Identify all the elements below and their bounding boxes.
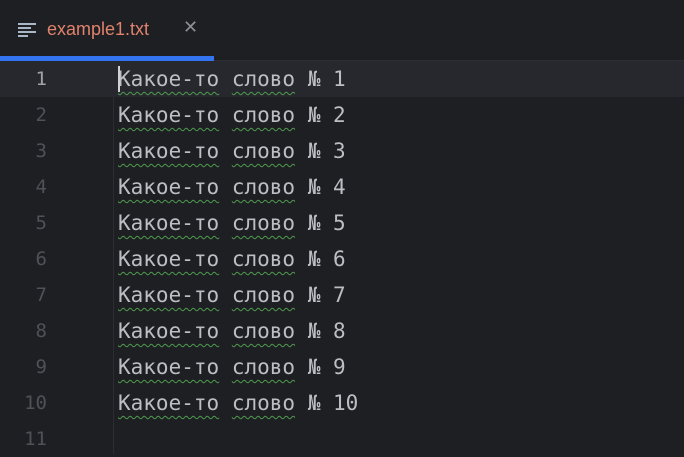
editor-line[interactable]: 4 Какое-то слово № 4 <box>0 169 684 205</box>
text-file-icon <box>18 23 36 37</box>
editor-area[interactable]: 1 Какое-то слово № 1 2 Какое-то слово № 2 3 К… <box>0 61 684 454</box>
editor-line[interactable]: 1 Какое-то слово № 1 <box>0 61 684 97</box>
line-text[interactable]: Какое-то слово № 1 <box>118 61 346 97</box>
editor-line[interactable]: 2 Какое-то слово № 2 <box>0 97 684 133</box>
line-text[interactable]: Какое-то слово № 8 <box>118 313 346 349</box>
line-text[interactable]: Какое-то слово № 3 <box>118 133 346 169</box>
line-text[interactable]: Какое-то слово № 5 <box>118 205 346 241</box>
line-number: 6 <box>35 248 47 270</box>
line-number: 7 <box>35 284 47 306</box>
line-number: 10 <box>24 392 47 414</box>
text-caret <box>118 66 120 92</box>
line-number: 2 <box>35 104 47 126</box>
line-text[interactable]: Какое-то слово № 4 <box>118 169 346 205</box>
editor-line[interactable]: 3 Какое-то слово № 3 <box>0 133 684 169</box>
line-text[interactable]: Какое-то слово № 7 <box>118 277 346 313</box>
editor-line[interactable]: 5 Какое-то слово № 5 <box>0 205 684 241</box>
line-text[interactable]: Какое-то слово № 6 <box>118 241 346 277</box>
editor-line[interactable]: 8 Какое-то слово № 8 <box>0 313 684 349</box>
line-text[interactable]: Какое-то слово № 10 <box>118 385 358 421</box>
line-number: 9 <box>35 356 47 378</box>
tab-label: example1.txt <box>47 19 150 39</box>
editor-line[interactable]: 10 Какое-то слово № 10 <box>0 385 684 421</box>
line-number: 4 <box>35 176 47 198</box>
line-text[interactable]: Какое-то слово № 2 <box>118 97 346 133</box>
line-number: 1 <box>35 68 47 90</box>
line-text[interactable]: Какое-то слово № 9 <box>118 349 346 385</box>
editor-line[interactable]: 7 Какое-то слово № 7 <box>0 277 684 313</box>
editor-line[interactable]: 9 Какое-то слово № 9 <box>0 349 684 385</box>
line-number: 5 <box>35 212 47 234</box>
line-number: 8 <box>35 320 47 342</box>
editor-line[interactable]: 6 Какое-то слово № 6 <box>0 241 684 277</box>
tab-example1[interactable]: example1.txt ✕ <box>0 0 214 61</box>
close-icon[interactable]: ✕ <box>183 17 198 38</box>
editor-line[interactable]: 11 <box>0 421 684 457</box>
line-number: 11 <box>24 428 47 450</box>
editor-tab-bar: example1.txt ✕ <box>0 0 684 61</box>
line-number: 3 <box>35 140 47 162</box>
